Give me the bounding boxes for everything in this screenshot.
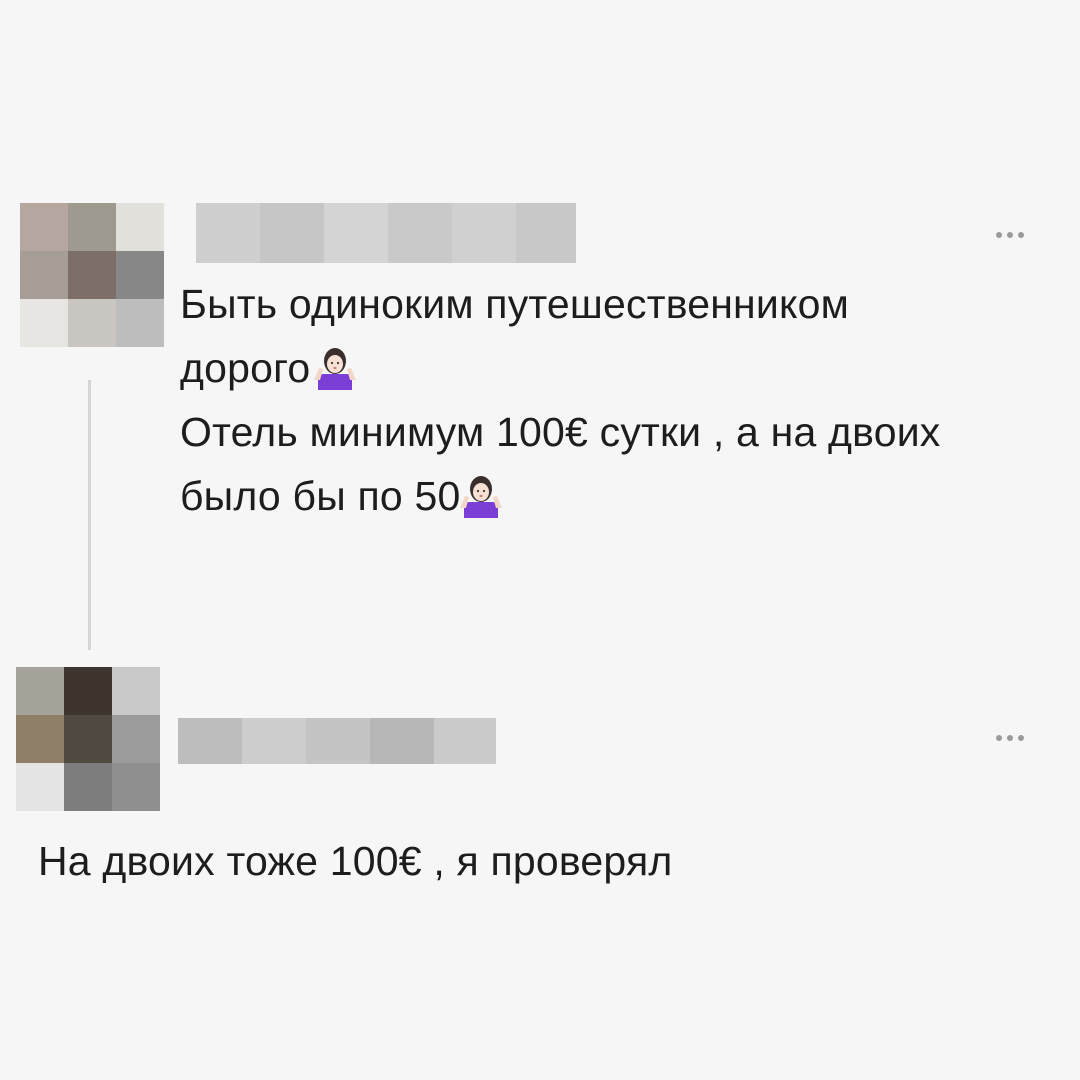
- avatar-pixel: [68, 251, 116, 299]
- author-name[interactable]: [178, 718, 496, 764]
- name-blur-block: [178, 718, 242, 764]
- avatar-pixel: [16, 715, 64, 763]
- dot-icon: [996, 735, 1002, 741]
- avatar-pixel: [64, 667, 112, 715]
- avatar-pixel: [16, 763, 64, 811]
- comment-line: было бы по 50: [180, 464, 941, 528]
- avatar[interactable]: [16, 667, 160, 811]
- name-blur-block: [260, 203, 324, 263]
- dot-icon: [996, 232, 1002, 238]
- more-options-button[interactable]: [982, 223, 1038, 247]
- author-name[interactable]: [196, 203, 576, 263]
- avatar-pixel: [20, 203, 68, 251]
- name-blur-block: [196, 203, 260, 263]
- avatar-pixel: [68, 203, 116, 251]
- avatar-pixel: [16, 667, 64, 715]
- name-blur-block: [370, 718, 434, 764]
- comment-line-text: дорого: [180, 345, 311, 391]
- avatar-pixel: [116, 299, 164, 347]
- avatar-pixel: [64, 715, 112, 763]
- avatar-pixel: [20, 251, 68, 299]
- name-blur-block: [434, 718, 496, 764]
- name-blur-block: [242, 718, 306, 764]
- avatar-pixel: [68, 299, 116, 347]
- woman-shrugging-icon: [314, 348, 357, 390]
- avatar-pixel: [64, 763, 112, 811]
- avatar[interactable]: [20, 203, 164, 347]
- dot-icon: [1018, 735, 1024, 741]
- comment-text: На двоих тоже 100€ , я проверял: [38, 829, 673, 893]
- name-blur-block: [306, 718, 370, 764]
- comment-line: Быть одиноким путешественником: [180, 281, 849, 327]
- comment-line: Отель минимум 100€ сутки , а на двоих: [180, 409, 941, 455]
- comment-1: Быть одиноким путешественником дорого От…: [0, 0, 1080, 660]
- comment-line: На двоих тоже 100€ , я проверял: [38, 838, 673, 884]
- thread-line: [88, 380, 91, 650]
- name-blur-block: [516, 203, 576, 263]
- comment-line: дорого: [180, 336, 941, 400]
- more-options-button[interactable]: [982, 726, 1038, 750]
- avatar-pixel: [20, 299, 68, 347]
- dot-icon: [1007, 735, 1013, 741]
- comment-text: Быть одиноким путешественником дорого От…: [180, 272, 941, 528]
- name-blur-block: [388, 203, 452, 263]
- avatar-pixel: [116, 203, 164, 251]
- dot-icon: [1007, 232, 1013, 238]
- woman-shrugging-icon: [460, 476, 503, 518]
- avatar-pixel: [112, 667, 160, 715]
- avatar-pixel: [116, 251, 164, 299]
- avatar-pixel: [112, 763, 160, 811]
- dot-icon: [1018, 232, 1024, 238]
- name-blur-block: [324, 203, 388, 263]
- comment-line-text: было бы по 50: [180, 473, 461, 519]
- name-blur-block: [452, 203, 516, 263]
- avatar-pixel: [112, 715, 160, 763]
